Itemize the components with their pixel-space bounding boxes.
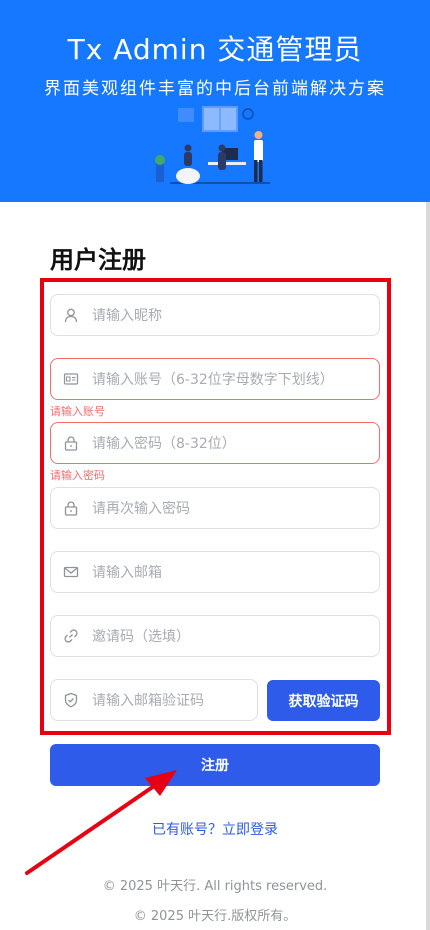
login-link[interactable]: 已有账号？立即登录 — [0, 819, 430, 839]
header-banner: Tx Admin 交通管理员 界面美观组件丰富的中后台前端解决方案 — [0, 0, 430, 202]
app-subtitle: 界面美观组件丰富的中后台前端解决方案 — [44, 79, 386, 99]
app-title: Tx Admin 交通管理员 — [67, 33, 363, 66]
form-title: 用户注册 — [50, 246, 146, 274]
highlight-box — [40, 278, 391, 735]
office-illustration — [155, 106, 270, 184]
register-button[interactable]: 注册 — [50, 744, 380, 786]
footer-copyright-en: © 2025 叶天行. All rights reserved. — [102, 879, 328, 894]
footer-copyright-zh: © 2025 叶天行.版权所有。 — [133, 909, 297, 924]
